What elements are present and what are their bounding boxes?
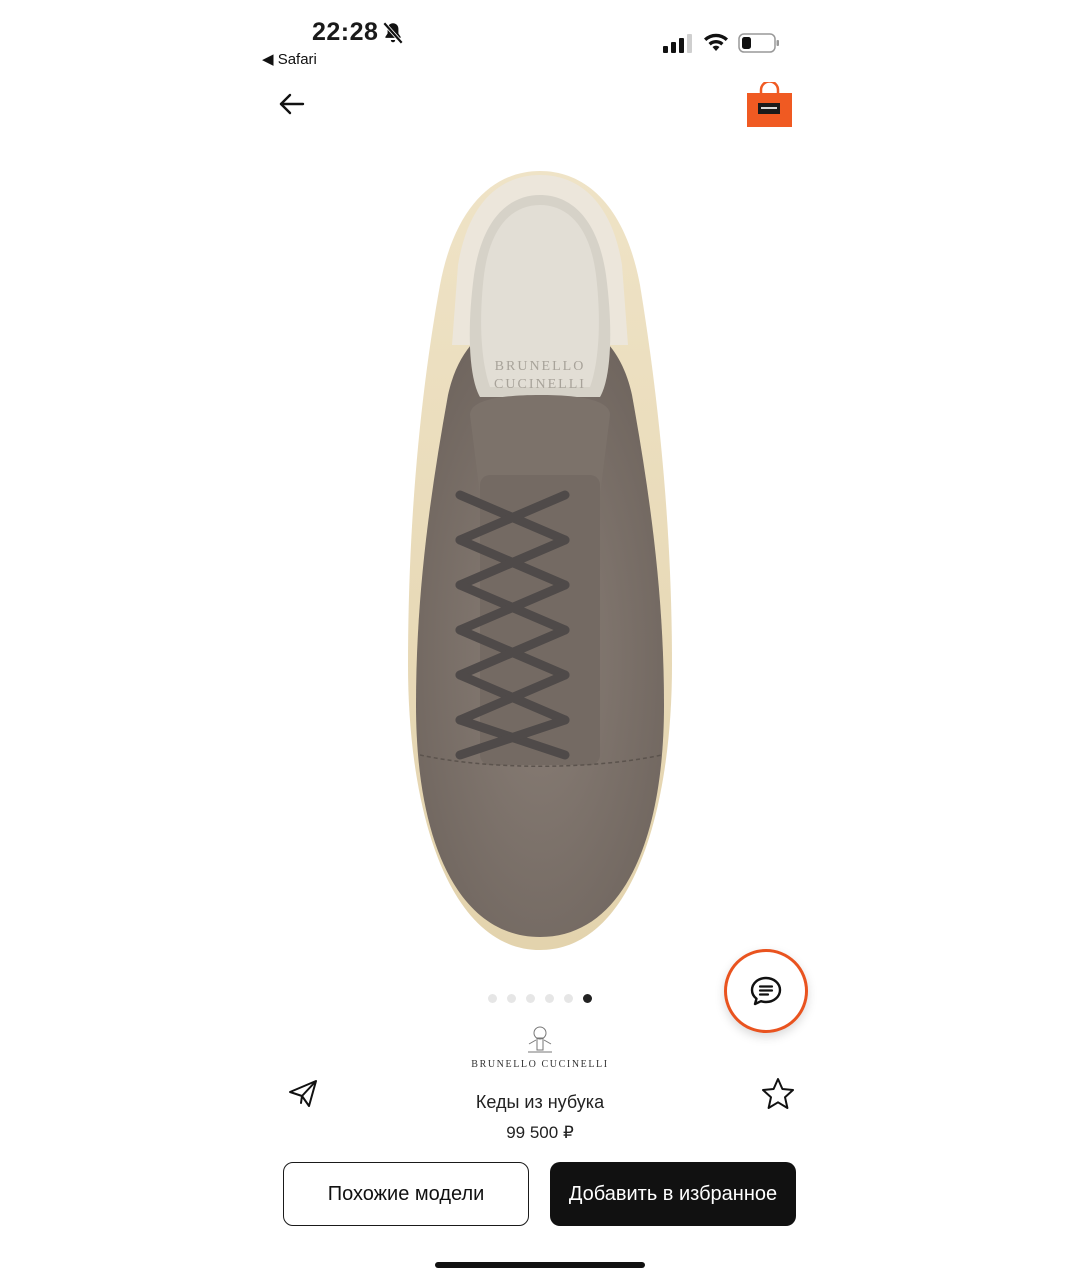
back-to-safari-link[interactable]: ◀ Safari (262, 50, 317, 68)
carousel-dot[interactable] (507, 994, 516, 1003)
shopping-bag-icon[interactable] (746, 82, 793, 128)
carousel-dot[interactable] (545, 994, 554, 1003)
status-time: 22:28 (312, 18, 379, 46)
brand-name: BRUNELLO CUCINELLI (471, 1059, 609, 1070)
home-indicator[interactable] (435, 1262, 645, 1268)
carousel-dot[interactable] (526, 994, 535, 1003)
product-image[interactable]: BRUNELLO CUCINELLI (400, 165, 680, 955)
cellular-signal-icon (663, 34, 692, 53)
carousel-dot[interactable] (564, 994, 573, 1003)
chat-button[interactable] (724, 949, 808, 1033)
chat-bubble-icon (750, 976, 782, 1006)
battery-icon (738, 33, 779, 53)
insole-brand-line2: CUCINELLI (494, 377, 586, 392)
wifi-icon (704, 33, 728, 51)
carousel-dot[interactable] (583, 994, 592, 1003)
product-title: Кеды из нубука (475, 1092, 605, 1112)
carousel-dots (488, 994, 592, 1003)
product-price: 99 500 ₽ (506, 1123, 574, 1142)
insole-brand-line1: BRUNELLO (495, 359, 586, 374)
similar-models-button[interactable]: Похожие модели (283, 1162, 529, 1226)
paper-plane-icon[interactable] (286, 1076, 320, 1110)
brand-logo (528, 1026, 552, 1053)
arrow-left-icon[interactable] (276, 88, 308, 120)
bell-slash-icon (382, 21, 404, 45)
carousel-dot[interactable] (488, 994, 497, 1003)
add-to-favorites-button[interactable]: Добавить в избранное (550, 1162, 796, 1226)
star-icon[interactable] (760, 1076, 796, 1112)
